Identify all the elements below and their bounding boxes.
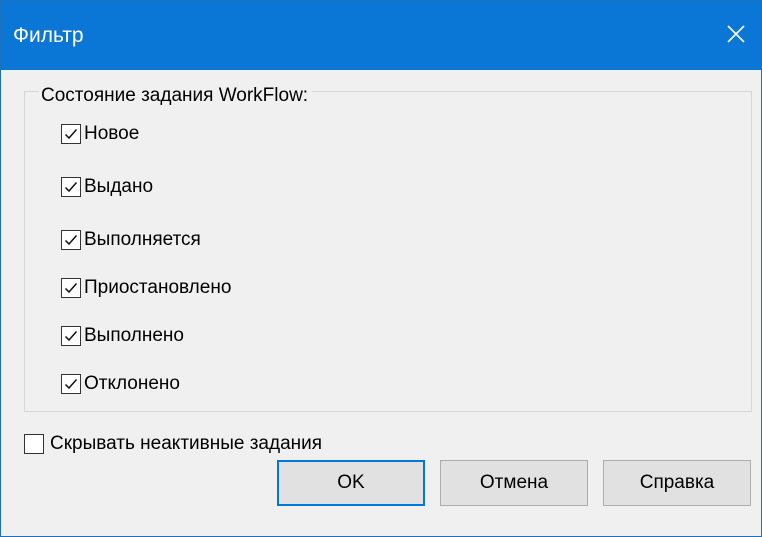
checkbox-label: Отклонено (84, 373, 180, 394)
checkbox-label: Выдано (84, 176, 154, 197)
checkbox-label: Выполняется (84, 229, 201, 250)
close-icon (727, 25, 745, 43)
checkmark-icon (64, 283, 78, 294)
checkbox-box[interactable] (61, 278, 81, 298)
checkmark-icon (64, 182, 78, 193)
close-button[interactable] (713, 11, 759, 57)
checkbox-status-new[interactable]: Новое (61, 122, 139, 146)
checkbox-status-suspended[interactable]: Приостановлено (61, 276, 231, 300)
checkmark-icon (64, 331, 78, 342)
checkbox-label: Скрывать неактивные задания (50, 433, 323, 454)
checkbox-box[interactable] (61, 374, 81, 394)
checkmark-icon (64, 129, 78, 140)
checkbox-box[interactable] (61, 177, 81, 197)
checkbox-label: Выполнено (84, 325, 184, 346)
checkbox-status-issued[interactable]: Выдано (61, 175, 153, 199)
checkbox-box[interactable] (61, 124, 81, 144)
window-title: Фильтр (13, 24, 84, 47)
checkbox-box[interactable] (61, 326, 81, 346)
checkmark-icon (64, 379, 78, 390)
status-group-legend: Состояние задания WorkFlow: (39, 85, 313, 107)
checkbox-box[interactable] (61, 230, 81, 250)
checkbox-label: Новое (84, 123, 140, 144)
checkbox-status-rejected[interactable]: Отклонено (61, 372, 180, 396)
title-bar: Фильтр (1, 1, 761, 70)
cancel-button[interactable]: Отмена (440, 460, 588, 506)
checkbox-label: Приостановлено (84, 277, 232, 298)
ok-button[interactable]: OK (277, 460, 425, 506)
filter-dialog: Фильтр Состояние задания WorkFlow: Новое… (0, 0, 762, 537)
checkbox-status-in-progress[interactable]: Выполняется (61, 228, 201, 252)
checkbox-hide-inactive[interactable]: Скрывать неактивные задания (24, 432, 322, 456)
checkbox-status-completed[interactable]: Выполнено (61, 324, 184, 348)
checkmark-icon (64, 235, 78, 246)
help-button[interactable]: Справка (603, 460, 751, 506)
checkbox-box[interactable] (24, 434, 44, 454)
